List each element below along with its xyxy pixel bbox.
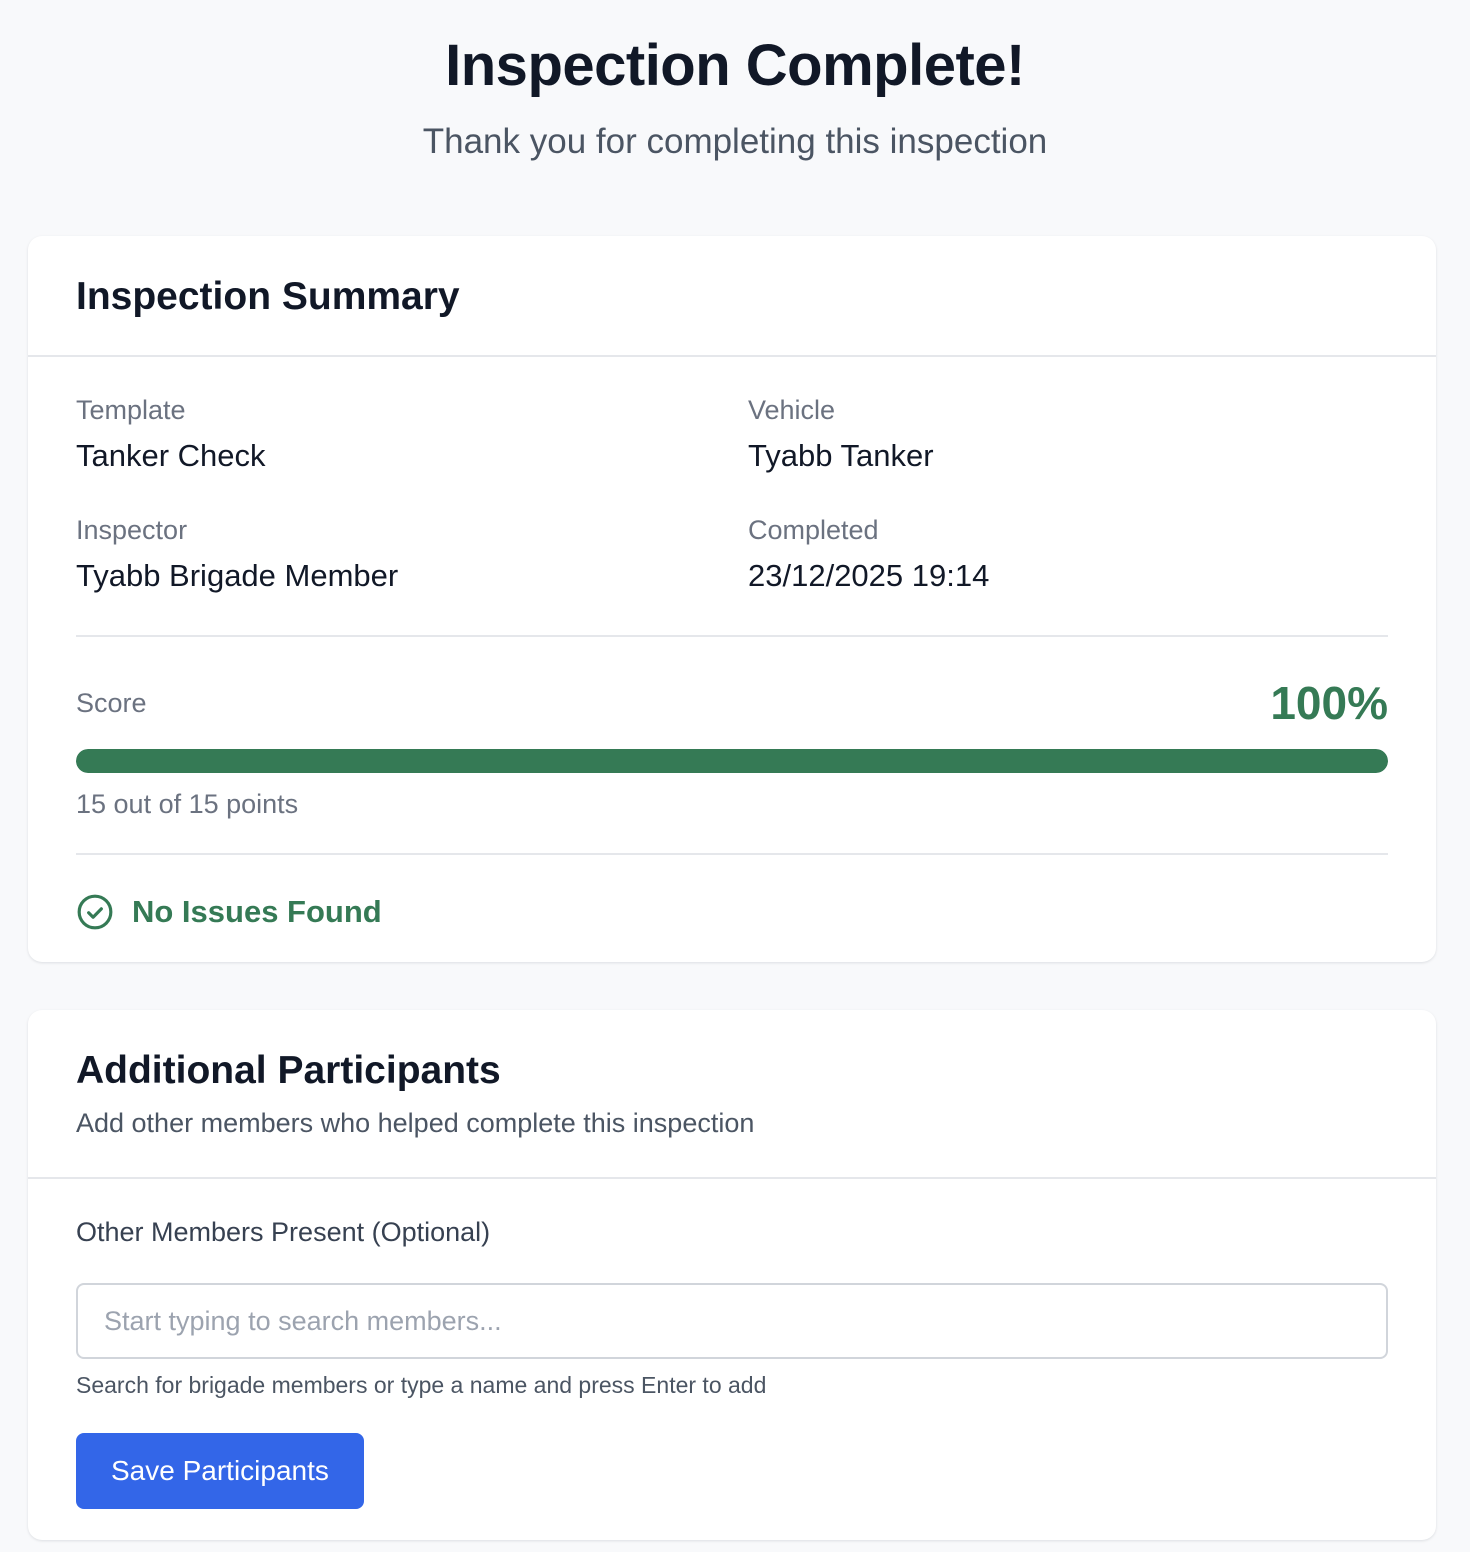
issues-status-text: No Issues Found xyxy=(132,894,382,929)
member-search-help-text: Search for brigade members or type a nam… xyxy=(76,1372,767,1398)
score-row: Score 100% xyxy=(76,677,1388,729)
page-title: Inspection Complete! xyxy=(445,33,1025,98)
inspection-summary-card: Inspection Summary Template Tanker Check… xyxy=(28,236,1436,962)
participants-card-header: Additional Participants Add other member… xyxy=(28,1010,1436,1179)
summary-card-body: Template Tanker Check Vehicle Tyabb Tank… xyxy=(28,357,1436,931)
info-template: Template Tanker Check xyxy=(76,395,748,515)
page-subtitle: Thank you for completing this inspection xyxy=(422,122,1048,161)
info-label: Vehicle xyxy=(748,395,836,425)
info-inspector: Inspector Tyabb Brigade Member xyxy=(76,515,748,635)
check-circle-icon xyxy=(76,893,114,931)
score-progress-fill xyxy=(76,749,1388,773)
score-progress-bar xyxy=(76,749,1388,773)
additional-participants-card: Additional Participants Add other member… xyxy=(28,1010,1436,1540)
info-value: Tyabb Brigade Member xyxy=(76,558,399,593)
info-value: Tanker Check xyxy=(76,438,266,473)
score-label: Score xyxy=(76,687,147,718)
participants-description: Add other members who helped complete th… xyxy=(76,1108,755,1138)
info-value: 23/12/2025 19:14 xyxy=(748,558,990,593)
info-label: Inspector xyxy=(76,515,188,545)
info-value: Tyabb Tanker xyxy=(748,438,934,473)
score-points-text: 15 out of 15 points xyxy=(76,789,299,819)
participants-title: Additional Participants xyxy=(76,1049,501,1092)
member-search-input[interactable] xyxy=(76,1283,1388,1359)
info-label: Completed xyxy=(748,515,879,545)
info-completed: Completed 23/12/2025 19:14 xyxy=(748,515,1388,635)
save-participants-button[interactable]: Save Participants xyxy=(76,1433,364,1509)
info-label: Template xyxy=(76,395,186,425)
score-section: Score 100% 15 out of 15 points xyxy=(76,637,1388,853)
page: Inspection Complete! Thank you for compl… xyxy=(0,0,1470,1552)
summary-info-grid: Template Tanker Check Vehicle Tyabb Tank… xyxy=(76,357,1388,635)
members-field-label: Other Members Present (Optional) xyxy=(76,1217,491,1247)
page-header: Inspection Complete! Thank you for compl… xyxy=(0,0,1470,164)
participants-card-body: Other Members Present (Optional) Search … xyxy=(28,1179,1436,1509)
score-value: 100% xyxy=(1270,677,1388,729)
summary-card-header: Inspection Summary xyxy=(28,236,1436,357)
issues-status: No Issues Found xyxy=(76,855,1388,931)
summary-title: Inspection Summary xyxy=(76,275,460,318)
info-vehicle: Vehicle Tyabb Tanker xyxy=(748,395,1388,515)
